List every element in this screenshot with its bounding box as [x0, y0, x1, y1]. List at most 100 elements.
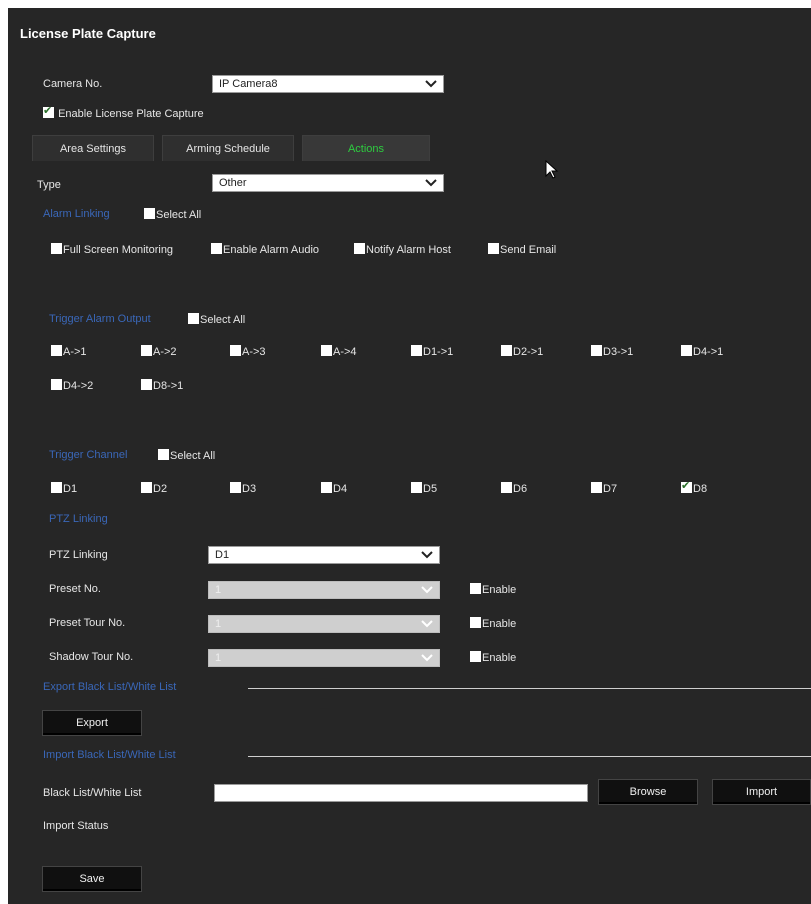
enable-license-plate-checkbox[interactable] [43, 104, 54, 118]
channel-d5[interactable]: D5 [411, 482, 437, 495]
option-label: A->2 [153, 346, 177, 358]
shadow-tour-label: Shadow Tour No. [49, 651, 134, 663]
alarm-output-a3[interactable]: A->3 [230, 345, 266, 358]
checkbox[interactable] [501, 345, 512, 356]
ptz-linking-select[interactable]: D1 [208, 546, 440, 564]
option-label: D8 [693, 483, 708, 495]
enable-label: Enable [482, 652, 517, 664]
alarm-option-send-email[interactable]: Send Email [488, 243, 556, 256]
channel-d8[interactable]: D8 [681, 479, 708, 495]
preset-select[interactable]: 1 [208, 581, 440, 599]
ptz-linking-value: D1 [215, 549, 230, 561]
alarm-output-d1[interactable]: D1->1 [411, 345, 453, 358]
checkbox[interactable] [51, 243, 62, 254]
checkbox[interactable] [321, 482, 332, 493]
license-plate-capture-panel: License Plate Capture Camera No. IP Came… [8, 8, 811, 904]
checkbox[interactable] [470, 583, 481, 594]
checkbox[interactable] [681, 479, 692, 493]
type-select[interactable]: Other [212, 174, 444, 192]
alarm-output-select-all[interactable]: Select All [188, 313, 245, 326]
ptz-linking-label: PTZ Linking [49, 549, 108, 561]
preset-tour-select[interactable]: 1 [208, 615, 440, 633]
option-label: D5 [423, 483, 438, 495]
export-button[interactable]: Export [42, 710, 142, 736]
import-button[interactable]: Import [712, 779, 811, 805]
trigger-channel-select-all[interactable]: Select All [158, 449, 215, 462]
browse-button[interactable]: Browse [598, 779, 698, 805]
shadow-tour-enable[interactable]: Enable [470, 651, 516, 664]
alarm-output-d3[interactable]: D3->1 [591, 345, 633, 358]
checkbox[interactable] [51, 345, 62, 356]
checkbox[interactable] [501, 482, 512, 493]
channel-d7[interactable]: D7 [591, 482, 617, 495]
preset-tour-value: 1 [215, 618, 222, 630]
option-label: Notify Alarm Host [366, 244, 451, 256]
checkbox[interactable] [144, 208, 155, 219]
option-label: D4 [333, 483, 348, 495]
checkbox[interactable] [591, 345, 602, 356]
checkbox[interactable] [141, 345, 152, 356]
channel-d2[interactable]: D2 [141, 482, 167, 495]
checkbox[interactable] [681, 345, 692, 356]
checkbox[interactable] [321, 345, 332, 356]
alarm-output-a2[interactable]: A->2 [141, 345, 177, 358]
camera-select-value: IP Camera8 [219, 78, 278, 90]
alarm-linking-select-all[interactable]: Select All [144, 208, 201, 221]
checkbox[interactable] [591, 482, 602, 493]
enable-license-plate-label: Enable License Plate Capture [58, 108, 204, 120]
checkbox[interactable] [230, 345, 241, 356]
alarm-option-notify-host[interactable]: Notify Alarm Host [354, 243, 451, 256]
checkbox[interactable] [188, 313, 199, 324]
checkbox[interactable] [141, 482, 152, 493]
checkbox[interactable] [158, 449, 169, 460]
divider [248, 688, 811, 689]
enable-label: Enable [482, 584, 517, 596]
option-label: Full Screen Monitoring [63, 244, 174, 256]
checkbox[interactable] [354, 243, 365, 254]
blacklist-file-input[interactable] [214, 784, 588, 802]
alarm-output-d8[interactable]: D8->1 [141, 379, 183, 392]
checkbox[interactable] [470, 651, 481, 662]
import-heading: Import Black List/White List [43, 749, 176, 761]
alarm-output-d2[interactable]: D2->1 [501, 345, 543, 358]
channel-d1[interactable]: D1 [51, 482, 77, 495]
checkbox[interactable] [51, 482, 62, 493]
preset-tour-enable[interactable]: Enable [470, 617, 516, 630]
checkbox[interactable] [51, 379, 62, 390]
checkbox[interactable] [211, 243, 222, 254]
alarm-output-a1[interactable]: A->1 [51, 345, 87, 358]
alarm-output-d4-2[interactable]: D4->2 [51, 379, 93, 392]
tab-area-settings[interactable]: Area Settings [32, 135, 154, 161]
chevron-down-icon [425, 179, 437, 187]
alarm-option-full-screen[interactable]: Full Screen Monitoring [51, 243, 173, 256]
channel-d6[interactable]: D6 [501, 482, 527, 495]
checkbox[interactable] [488, 243, 499, 254]
option-label: A->1 [63, 346, 87, 358]
checkbox[interactable] [230, 482, 241, 493]
option-label: A->4 [333, 346, 357, 358]
alarm-output-d4-1[interactable]: D4->1 [681, 345, 723, 358]
tab-arming-schedule[interactable]: Arming Schedule [162, 135, 294, 161]
option-label: D1 [63, 483, 78, 495]
save-button[interactable]: Save [42, 866, 142, 892]
checkbox[interactable] [141, 379, 152, 390]
tab-actions[interactable]: Actions [302, 135, 430, 161]
checkbox[interactable] [470, 617, 481, 628]
ptz-linking-heading: PTZ Linking [49, 513, 108, 525]
channel-d4[interactable]: D4 [321, 482, 347, 495]
export-heading: Export Black List/White List [43, 681, 177, 693]
chevron-down-icon [421, 620, 433, 628]
checkbox[interactable] [411, 482, 422, 493]
shadow-tour-select[interactable]: 1 [208, 649, 440, 667]
trigger-channel-heading: Trigger Channel [49, 449, 128, 461]
camera-select[interactable]: IP Camera8 [212, 75, 444, 93]
alarm-option-audio[interactable]: Enable Alarm Audio [211, 243, 319, 256]
preset-enable[interactable]: Enable [470, 583, 516, 596]
option-label: D4->2 [63, 380, 94, 392]
channel-d3[interactable]: D3 [230, 482, 256, 495]
option-label: D8->1 [153, 380, 184, 392]
alarm-output-a4[interactable]: A->4 [321, 345, 357, 358]
checkbox[interactable] [411, 345, 422, 356]
option-label: D6 [513, 483, 528, 495]
mouse-cursor-icon [545, 160, 559, 179]
